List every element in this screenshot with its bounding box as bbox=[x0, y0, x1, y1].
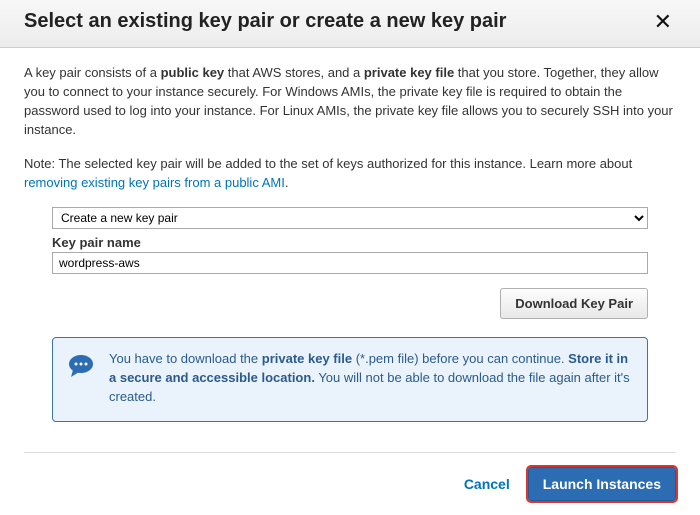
modal-body: A key pair consists of a public key that… bbox=[0, 48, 700, 452]
note-paragraph: Note: The selected key pair will be adde… bbox=[24, 155, 676, 193]
keypair-option-select[interactable]: Create a new key pair bbox=[52, 207, 648, 229]
alert-t1: You have to download the bbox=[109, 351, 262, 366]
remove-keypairs-link[interactable]: removing existing key pairs from a publi… bbox=[24, 175, 285, 190]
intro-paragraph: A key pair consists of a public key that… bbox=[24, 64, 676, 139]
chat-bubble-icon bbox=[67, 352, 95, 407]
close-icon[interactable]: ✕ bbox=[650, 11, 676, 33]
modal-title: Select an existing key pair or create a … bbox=[24, 10, 506, 33]
intro-bold-privatekeyfile: private key file bbox=[364, 65, 454, 80]
keypair-select-wrap: Create a new key pair bbox=[52, 207, 648, 229]
intro-bold-publickey: public key bbox=[161, 65, 225, 80]
intro-text-1: A key pair consists of a bbox=[24, 65, 161, 80]
alert-b1: private key file bbox=[262, 351, 352, 366]
note-text: Note: The selected key pair will be adde… bbox=[24, 156, 632, 171]
intro-text-2: that AWS stores, and a bbox=[224, 65, 364, 80]
alert-t2: (*.pem file) before you can continue. bbox=[352, 351, 568, 366]
alert-box: You have to download the private key fil… bbox=[52, 337, 648, 422]
keypair-name-input[interactable] bbox=[52, 252, 648, 274]
note-tail: . bbox=[285, 175, 289, 190]
launch-instances-button[interactable]: Launch Instances bbox=[528, 467, 676, 501]
keypair-modal: Select an existing key pair or create a … bbox=[0, 0, 700, 515]
download-row: Download Key Pair bbox=[52, 288, 648, 319]
download-keypair-button[interactable]: Download Key Pair bbox=[500, 288, 648, 319]
modal-footer: Cancel Launch Instances bbox=[0, 453, 700, 515]
form-block: Create a new key pair Key pair name Down… bbox=[24, 207, 676, 422]
modal-header: Select an existing key pair or create a … bbox=[0, 0, 700, 48]
alert-text: You have to download the private key fil… bbox=[109, 350, 631, 407]
cancel-button[interactable]: Cancel bbox=[464, 476, 510, 492]
keypair-name-label: Key pair name bbox=[52, 235, 648, 250]
